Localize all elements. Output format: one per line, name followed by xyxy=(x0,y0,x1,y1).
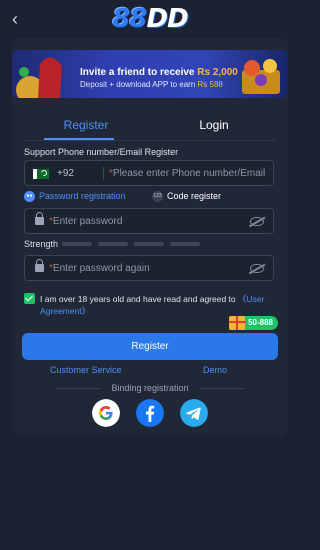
banner-line-2: Deposit + download APP to earn Rs 588 xyxy=(80,80,223,89)
phone-field[interactable]: +92 *Please enter Phone number/Email xyxy=(24,160,274,186)
google-icon[interactable] xyxy=(92,399,120,427)
strength-segment xyxy=(98,242,128,246)
brand-logo: 88DD xyxy=(104,4,196,34)
banner-line-1: Invite a friend to receive Rs 2,000 xyxy=(80,67,238,78)
auth-tabs: Register Login xyxy=(12,112,288,138)
banner-amount-deposit: Rs 588 xyxy=(197,80,223,89)
country-code[interactable]: +92 xyxy=(57,168,74,179)
customer-service-link[interactable]: Customer Service xyxy=(50,365,122,375)
telegram-icon[interactable] xyxy=(180,399,208,427)
divider-line xyxy=(200,388,244,389)
mode-password-label: Password registration xyxy=(39,191,126,201)
strength-segment xyxy=(62,242,92,246)
password-mode-icon: ●● xyxy=(24,191,35,203)
banner-line2-prefix: Deposit + download APP to earn xyxy=(80,80,196,89)
facebook-icon[interactable] xyxy=(136,399,164,427)
password-input[interactable]: *Enter password xyxy=(49,216,122,227)
pakistan-flag-icon[interactable] xyxy=(33,168,49,179)
tab-login[interactable]: Login xyxy=(168,112,260,138)
divider-line xyxy=(56,388,100,389)
password-placeholder: Enter password xyxy=(52,216,123,227)
mode-code-label: Code register xyxy=(167,191,222,201)
tab-register[interactable]: Register xyxy=(40,112,132,138)
promo-banner[interactable]: Invite a friend to receive Rs 2,000 Depo… xyxy=(12,50,288,98)
mode-code-register[interactable]: 123 Code register xyxy=(152,191,222,203)
agree-statement: I am over 18 years old and have read and… xyxy=(40,294,238,304)
logo-number: 88 xyxy=(112,4,147,34)
lock-icon xyxy=(35,212,44,225)
strength-segment xyxy=(134,242,164,246)
password-field[interactable]: *Enter password xyxy=(24,208,274,234)
eye-off-icon[interactable] xyxy=(250,217,264,226)
phone-label: Support Phone number/Email Register xyxy=(24,147,179,157)
confirm-password-input[interactable]: *Enter password again xyxy=(49,263,150,274)
mode-password-registration[interactable]: ●● Password registration xyxy=(24,191,126,203)
code-mode-icon: 123 xyxy=(152,191,163,203)
field-separator xyxy=(103,167,104,180)
strength-segment xyxy=(170,242,200,246)
confirm-password-placeholder: Enter password again xyxy=(52,263,150,274)
banner-amount-invite: Rs 2,000 xyxy=(197,67,238,78)
top-bar: ‹ 88DD xyxy=(0,0,300,38)
agree-text: I am over 18 years old and have read and… xyxy=(40,293,280,317)
promo-character-icon xyxy=(16,57,62,98)
eye-off-icon[interactable] xyxy=(250,264,264,273)
banner-line1-prefix: Invite a friend to receive xyxy=(80,67,195,78)
tab-divider xyxy=(24,140,276,141)
demo-link[interactable]: Demo xyxy=(203,365,227,375)
phone-placeholder: Please enter Phone number/Email xyxy=(112,168,266,179)
gift-icon xyxy=(229,316,245,330)
promo-treasure-icon xyxy=(242,59,280,94)
back-arrow-icon[interactable]: ‹ xyxy=(6,8,24,30)
agree-checkbox[interactable] xyxy=(24,293,35,304)
register-button[interactable]: Register xyxy=(22,333,278,360)
binding-registration-label: Binding registration xyxy=(111,383,189,393)
logo-letters: DD xyxy=(146,4,189,34)
strength-label: Strength xyxy=(24,239,59,249)
phone-input[interactable]: *Please enter Phone number/Email xyxy=(109,168,265,179)
lock-icon xyxy=(35,259,44,272)
confirm-password-field[interactable]: *Enter password again xyxy=(24,255,274,281)
